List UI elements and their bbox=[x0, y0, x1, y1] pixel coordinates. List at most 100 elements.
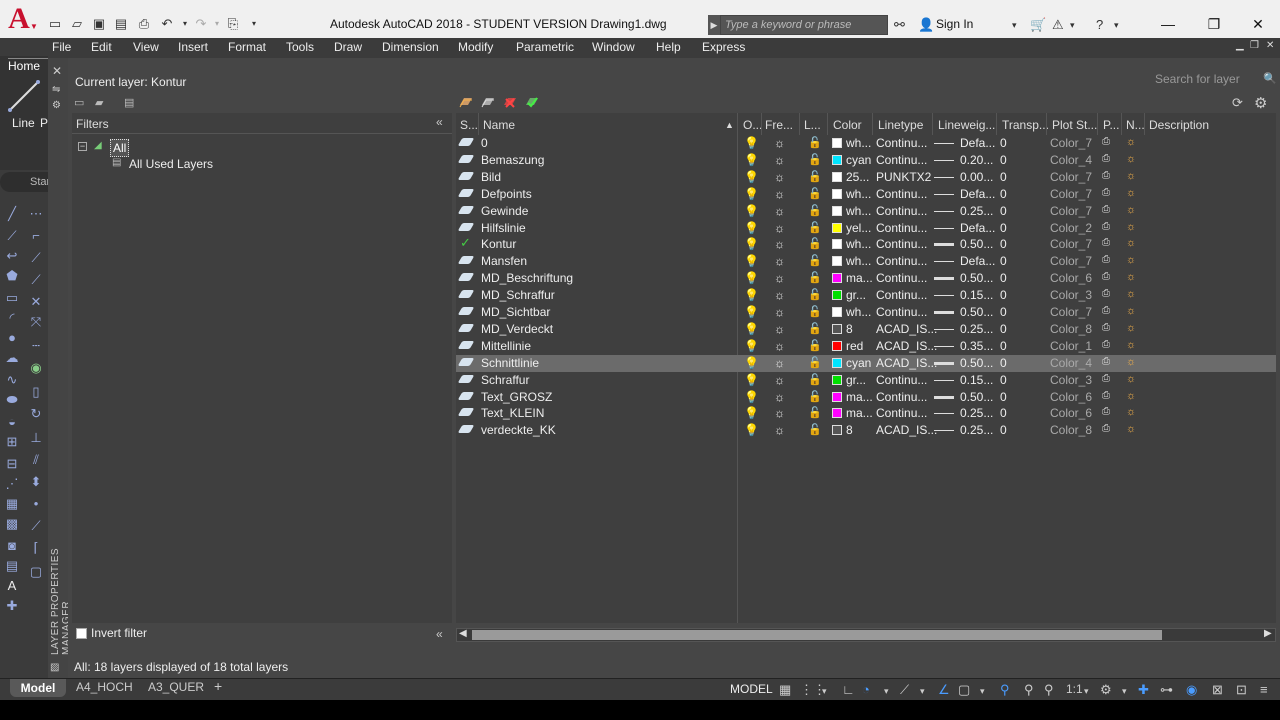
layer-linetype[interactable]: ACAD_IS... bbox=[876, 339, 937, 353]
layer-row[interactable]: Bemaszung 💡 ☼ 🔓 cyan Continu... 0.20... 0 Color_… bbox=[456, 152, 1276, 169]
layer-name[interactable]: Hilfslinie bbox=[481, 221, 526, 235]
layer-unlocked-icon[interactable]: 🔓 bbox=[808, 373, 822, 386]
settings-gear-icon[interactable]: ⚙ bbox=[1254, 94, 1267, 112]
plot-printer-icon[interactable]: ⎙ bbox=[1102, 322, 1110, 333]
layer-color-swatch[interactable] bbox=[832, 340, 842, 351]
layer-name[interactable]: Bemaszung bbox=[481, 153, 544, 167]
layer-name[interactable]: Gewinde bbox=[481, 204, 528, 218]
new-vp-freeze-icon[interactable]: ☼ bbox=[1126, 204, 1136, 216]
layer-lineweight[interactable]: 0.50... bbox=[960, 390, 993, 404]
layer-lineweight[interactable]: 0.50... bbox=[960, 356, 993, 370]
column-separator[interactable] bbox=[1097, 113, 1098, 135]
grid-icon[interactable]: ▦ bbox=[779, 682, 791, 698]
plot-printer-icon[interactable]: ⎙ bbox=[1102, 153, 1110, 164]
ortho-icon[interactable]: ∟ bbox=[842, 682, 855, 697]
layer-thawed-sun-icon[interactable]: ☼ bbox=[774, 390, 785, 404]
layer-on-bulb-icon[interactable]: 💡 bbox=[744, 390, 759, 404]
layer-status-icon[interactable] bbox=[457, 256, 475, 265]
menu-express[interactable]: Express bbox=[702, 40, 745, 54]
layer-name[interactable]: MD_Verdeckt bbox=[481, 322, 553, 336]
polyline-tool-label[interactable]: P bbox=[40, 116, 48, 130]
layer-color-swatch[interactable] bbox=[832, 290, 842, 301]
layer-linetype[interactable]: Continu... bbox=[876, 153, 927, 167]
col-transparency[interactable]: Transp... bbox=[1002, 118, 1049, 132]
close-button[interactable]: ✕ bbox=[1238, 13, 1278, 35]
col-plot[interactable]: P... bbox=[1103, 118, 1119, 132]
explode-icon[interactable]: ▢ bbox=[28, 564, 44, 580]
scroll-right-icon[interactable]: ▶ bbox=[1264, 628, 1272, 639]
layer-color-swatch[interactable] bbox=[832, 323, 842, 334]
col-new-vp-freeze[interactable]: N... bbox=[1126, 118, 1145, 132]
layer-on-bulb-icon[interactable]: 💡 bbox=[744, 170, 759, 184]
col-plot-style[interactable]: Plot St... bbox=[1052, 118, 1097, 132]
plot-printer-icon[interactable]: ⎙ bbox=[1102, 288, 1110, 299]
layer-transparency[interactable]: 0 bbox=[1000, 305, 1007, 319]
layer-lineweight[interactable]: 0.50... bbox=[960, 237, 993, 251]
layer-linetype[interactable]: Continu... bbox=[876, 254, 927, 268]
layer-color-name[interactable]: cyan bbox=[846, 153, 871, 167]
rectangle-icon[interactable]: ▭ bbox=[4, 290, 20, 306]
col-lineweight[interactable]: Lineweig... bbox=[938, 118, 995, 132]
layer-linetype[interactable]: Continu... bbox=[876, 136, 927, 150]
layer-color-swatch[interactable] bbox=[832, 256, 842, 267]
menu-modify[interactable]: Modify bbox=[458, 40, 493, 54]
annotation-scale-value[interactable]: 1:1 bbox=[1066, 682, 1083, 696]
layer-lineweight[interactable]: 0.15... bbox=[960, 373, 993, 387]
layer-on-bulb-icon[interactable]: 💡 bbox=[744, 237, 759, 251]
layer-on-bulb-icon[interactable]: 💡 bbox=[744, 423, 759, 437]
layer-thawed-sun-icon[interactable]: ☼ bbox=[774, 136, 785, 150]
layer-on-bulb-icon[interactable]: 💡 bbox=[744, 221, 759, 235]
autocad-logo-icon[interactable]: A bbox=[0, 0, 38, 38]
a360-dropdown-icon[interactable]: ▾ bbox=[1070, 16, 1075, 34]
layer-lineweight[interactable]: Defa... bbox=[960, 187, 995, 201]
layer-on-bulb-icon[interactable]: 💡 bbox=[744, 153, 759, 167]
column-separator[interactable] bbox=[827, 113, 828, 135]
collapse-filters-icon[interactable]: « bbox=[436, 115, 443, 129]
layer-lineweight[interactable]: Defa... bbox=[960, 136, 995, 150]
layer-color-name[interactable]: wh... bbox=[846, 237, 871, 251]
layer-lineweight[interactable]: 0.25... bbox=[960, 204, 993, 218]
layer-thawed-sun-icon[interactable]: ☼ bbox=[774, 221, 785, 235]
blend-icon[interactable]: ⌈ bbox=[28, 540, 44, 556]
layer-unlocked-icon[interactable]: 🔓 bbox=[808, 136, 822, 149]
new-vp-freeze-icon[interactable]: ☼ bbox=[1126, 136, 1136, 148]
new-vp-freeze-icon[interactable]: ☼ bbox=[1126, 356, 1136, 368]
layer-unlocked-icon[interactable]: 🔓 bbox=[808, 390, 822, 403]
layer-lineweight[interactable]: 0.35... bbox=[960, 339, 993, 353]
layer-on-bulb-icon[interactable]: 💡 bbox=[744, 373, 759, 387]
layer-thawed-sun-icon[interactable]: ☼ bbox=[774, 406, 785, 420]
new-vp-freeze-icon[interactable]: ☼ bbox=[1126, 423, 1136, 435]
layer-linetype[interactable]: Continu... bbox=[876, 237, 927, 251]
plot-printer-icon[interactable]: ⎙ bbox=[1102, 423, 1110, 434]
layer-lineweight[interactable]: 0.25... bbox=[960, 406, 993, 420]
layer-transparency[interactable]: 0 bbox=[1000, 204, 1007, 218]
layer-transparency[interactable]: 0 bbox=[1000, 339, 1007, 353]
new-vp-freeze-icon[interactable]: ☼ bbox=[1126, 305, 1136, 317]
layer-color-swatch[interactable] bbox=[832, 205, 842, 216]
insert-block-icon[interactable]: ⊞ bbox=[4, 434, 20, 450]
copy-icon[interactable]: ⌐ bbox=[28, 228, 44, 244]
layer-linetype[interactable]: Continu... bbox=[876, 406, 927, 420]
units-icon[interactable]: ⊶ bbox=[1160, 682, 1173, 698]
column-separator[interactable] bbox=[996, 113, 997, 135]
new-layout-tab[interactable]: + bbox=[214, 678, 222, 694]
layer-name[interactable]: Kontur bbox=[481, 237, 516, 251]
layer-color-swatch[interactable] bbox=[832, 154, 842, 165]
menu-dimension[interactable]: Dimension bbox=[382, 40, 439, 54]
layer-name[interactable]: Defpoints bbox=[481, 187, 532, 201]
layer-status-icon[interactable] bbox=[457, 171, 475, 180]
plot-printer-icon[interactable]: ⎙ bbox=[1102, 204, 1110, 215]
layer-transparency[interactable]: 0 bbox=[1000, 406, 1007, 420]
column-separator[interactable] bbox=[1144, 113, 1145, 135]
layer-name[interactable]: verdeckte_KK bbox=[481, 423, 556, 437]
isodraft-icon[interactable]: ⟋ bbox=[900, 682, 909, 698]
menu-file[interactable]: File bbox=[52, 40, 71, 54]
layer-linetype[interactable]: ACAD_IS... bbox=[876, 356, 937, 370]
scroll-left-icon[interactable]: ◀ bbox=[459, 628, 467, 639]
layer-transparency[interactable]: 0 bbox=[1000, 423, 1007, 437]
layer-name[interactable]: MD_Schraffur bbox=[481, 288, 555, 302]
snap-dropdown-icon[interactable]: ▾ bbox=[822, 686, 827, 697]
layer-unlocked-icon[interactable]: 🔓 bbox=[808, 204, 822, 217]
array-icon[interactable]: ✕ bbox=[28, 294, 44, 310]
search-expand-icon[interactable]: ▶ bbox=[708, 15, 720, 35]
